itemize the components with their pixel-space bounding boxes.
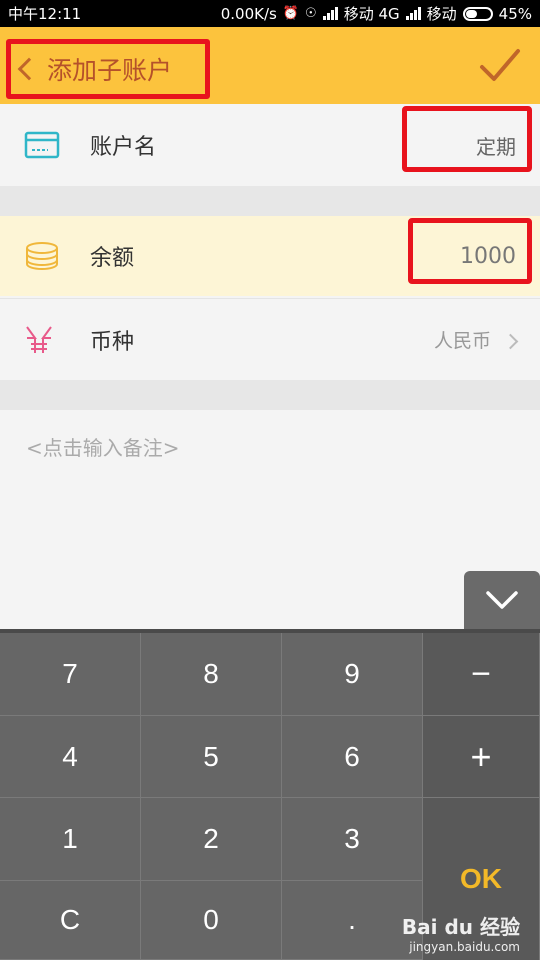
key-5[interactable]: 5 <box>141 716 282 798</box>
check-icon[interactable] <box>478 45 522 85</box>
chevron-down-icon <box>486 591 518 609</box>
numeric-keypad: 7 8 9 − 4 5 6 + 1 2 3 C 0 . OK Bai du 经验… <box>0 629 540 960</box>
chevron-right-icon <box>502 333 519 350</box>
watermark: Bai du 经验 jingyan.baidu.com <box>402 911 520 954</box>
signal-icon-2 <box>405 7 421 20</box>
network-speed: 0.00K/s <box>220 4 277 23</box>
status-bar: 中午12:11 0.00K/s ⏰ ☉ 移动 4G 移动 45% <box>0 0 540 27</box>
collapse-keyboard-button[interactable] <box>464 571 540 629</box>
key-2[interactable]: 2 <box>141 798 282 881</box>
battery-level: 45% <box>498 4 532 23</box>
back-button[interactable]: 添加子账户 <box>6 39 210 99</box>
currency-row[interactable]: 币种 人民币 <box>0 298 540 380</box>
currency-value[interactable]: 人民币 <box>433 326 519 353</box>
account-name-label: 账户名 <box>90 135 157 160</box>
key-6[interactable]: 6 <box>282 716 423 798</box>
battery-icon <box>462 6 493 21</box>
chevron-left-icon <box>17 57 41 81</box>
currency-label: 币种 <box>90 329 135 355</box>
status-time: 中午12:11 <box>8 5 82 23</box>
nfc-icon: ☉ <box>305 6 317 21</box>
key-1[interactable]: 1 <box>0 798 141 881</box>
carrier-primary: 移动 4G <box>343 5 400 23</box>
key-9[interactable]: 9 <box>282 633 423 716</box>
key-clear[interactable]: C <box>0 881 141 960</box>
highlight-name <box>402 106 532 172</box>
app-header: 添加子账户 <box>0 27 540 104</box>
section-divider <box>0 186 540 216</box>
key-4[interactable]: 4 <box>0 716 141 798</box>
key-minus[interactable]: − <box>423 633 540 716</box>
carrier-secondary: 移动 <box>426 5 457 23</box>
watermark-url: jingyan.baidu.com <box>409 940 520 954</box>
highlight-balance <box>408 218 532 284</box>
balance-label: 余额 <box>90 246 135 271</box>
note-placeholder: <点击输入备注> <box>26 436 180 460</box>
key-plus[interactable]: + <box>423 716 540 798</box>
watermark-logo: Bai du 经验 <box>401 915 520 939</box>
alarm-icon: ⏰ <box>282 6 300 21</box>
note-area[interactable]: <点击输入备注> <box>0 410 540 630</box>
page-title: 添加子账户 <box>47 56 173 85</box>
status-right: 0.00K/s ⏰ ☉ 移动 4G 移动 45% <box>221 3 532 24</box>
section-divider-2 <box>0 380 540 410</box>
key-8[interactable]: 8 <box>141 633 282 716</box>
currency-icon <box>26 325 52 353</box>
coins-icon <box>26 242 58 270</box>
currency-text: 人民币 <box>433 330 491 352</box>
signal-icon <box>322 7 338 20</box>
key-3[interactable]: 3 <box>282 798 423 881</box>
key-0[interactable]: 0 <box>141 881 282 960</box>
card-icon <box>24 131 60 159</box>
key-7[interactable]: 7 <box>0 633 141 716</box>
